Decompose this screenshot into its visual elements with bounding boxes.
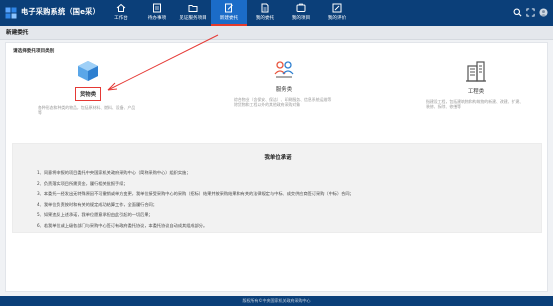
breadcrumb: 新建委托 <box>0 26 553 40</box>
category-services[interactable]: 服务类 综合物业（含保安、保洁）、印刷服务、信息系统运维等除货物和工程以外的其他… <box>234 60 334 107</box>
category-goods[interactable]: 货物类 各种形态和种类的物品，包括原材料、燃料、设备、产品等 <box>38 60 138 115</box>
nav-item-witness-projects[interactable]: 见证服务项目 <box>175 0 211 26</box>
user-avatar-icon[interactable] <box>539 8 548 17</box>
cube-icon <box>78 61 98 81</box>
category-engineering[interactable]: 工程类 指建设工程，包括建筑物和构筑物的新建、改建、扩建、装修、拆除、修缮等 <box>426 60 526 109</box>
nav-label: 我的评价 <box>327 16 347 21</box>
category-name: 货物类 <box>74 87 102 101</box>
checklist-icon <box>153 3 161 13</box>
nav-label: 我的项目 <box>291 16 311 21</box>
building-icon <box>466 61 486 82</box>
edit-doc-icon <box>225 3 233 13</box>
commitment-item: 6、若我单位或上级各部门与采购中心签订有政府委托协议，本委托协议自动成其组成部分… <box>37 222 208 228</box>
commitment-title: 我单位承诺 <box>264 155 292 161</box>
nav-label: 我的委托 <box>255 16 275 21</box>
app-title: 电子采购系统（国e采） <box>21 7 100 16</box>
fullscreen-icon[interactable] <box>526 8 535 17</box>
commitment-item: 1、同意将申报的项目委托中央国家机关政府采购中心（简称采购中心）组织实施； <box>37 170 191 175</box>
nav-item-todo[interactable]: 待办事项 <box>139 0 175 26</box>
nav-label: 新建委托 <box>219 16 239 21</box>
nav-item-my-entrust[interactable]: 我的委托 <box>247 0 283 26</box>
nav-label: 工作台 <box>114 16 128 21</box>
category-desc: 指建设工程，包括建筑物和构筑物的新建、改建、扩建、装修、拆除、修缮等 <box>426 99 524 109</box>
commitment-item: 3、本委托一经发出无特殊原因不可撤销或单方变更，我单位接受采购中心的采购（招标）… <box>37 191 354 197</box>
box-icon <box>296 3 306 12</box>
commitment-item: 5、如果违反上述承诺，我单位愿意承担由此引起的一切后果； <box>37 212 153 218</box>
nav-label: 待办事项 <box>147 16 167 21</box>
nav-item-my-evaluation[interactable]: 我的评价 <box>319 0 355 26</box>
category-name: 工程类 <box>467 89 485 95</box>
nav-item-my-projects[interactable]: 我的项目 <box>283 0 319 26</box>
main-nav: 工作台 待办事项 见证服务项目 新建委托 我的委托 我的项目 我的评价 <box>103 0 355 26</box>
category-desc: 各种形态和种类的物品，包括原材料、燃料、设备、产品等 <box>38 105 136 115</box>
people-service-icon <box>274 61 294 78</box>
commitment-item: 2、负责落实项目所需资金，履行相关批报手续； <box>37 180 128 186</box>
top-navigation-bar: 电子采购系统（国e采） 工作台 待办事项 见证服务项目 新建委托 我的委托 我的… <box>0 0 553 26</box>
pen-icon <box>332 3 342 13</box>
commitment-list: 1、同意将申报的项目委托中央国家机关政府采购中心（简称采购中心）组织实施； 2、… <box>37 170 527 234</box>
commitment-box: 我单位承诺 1、同意将申报的项目委托中央国家机关政府采购中心（简称采购中心）组织… <box>12 143 542 233</box>
category-desc: 综合物业（含保安、保洁）、印刷服务、信息系统运维等除货物和工程以外的其他政府采购… <box>234 97 332 107</box>
app-logo-icon <box>5 7 17 19</box>
document-icon <box>261 3 269 13</box>
commitment-item: 4、我单位负责按时和有关的规定成功结算工作，全面履行合同； <box>37 201 157 207</box>
folder-icon <box>188 5 198 12</box>
page-title: 新建委托 <box>6 30 29 36</box>
nav-item-workbench[interactable]: 工作台 <box>103 0 139 26</box>
search-icon[interactable] <box>513 8 522 17</box>
category-name: 服务类 <box>275 87 293 93</box>
footer-text: 版权所有©中央国家机关政府采购中心 <box>242 298 311 303</box>
nav-item-new-entrust[interactable]: 新建委托 <box>211 0 247 26</box>
home-icon <box>116 3 126 12</box>
section-label: 请选择委托项目类别 <box>13 49 55 54</box>
nav-label: 见证服务项目 <box>179 16 207 21</box>
footer: 版权所有©中央国家机关政府采购中心 <box>0 296 553 306</box>
